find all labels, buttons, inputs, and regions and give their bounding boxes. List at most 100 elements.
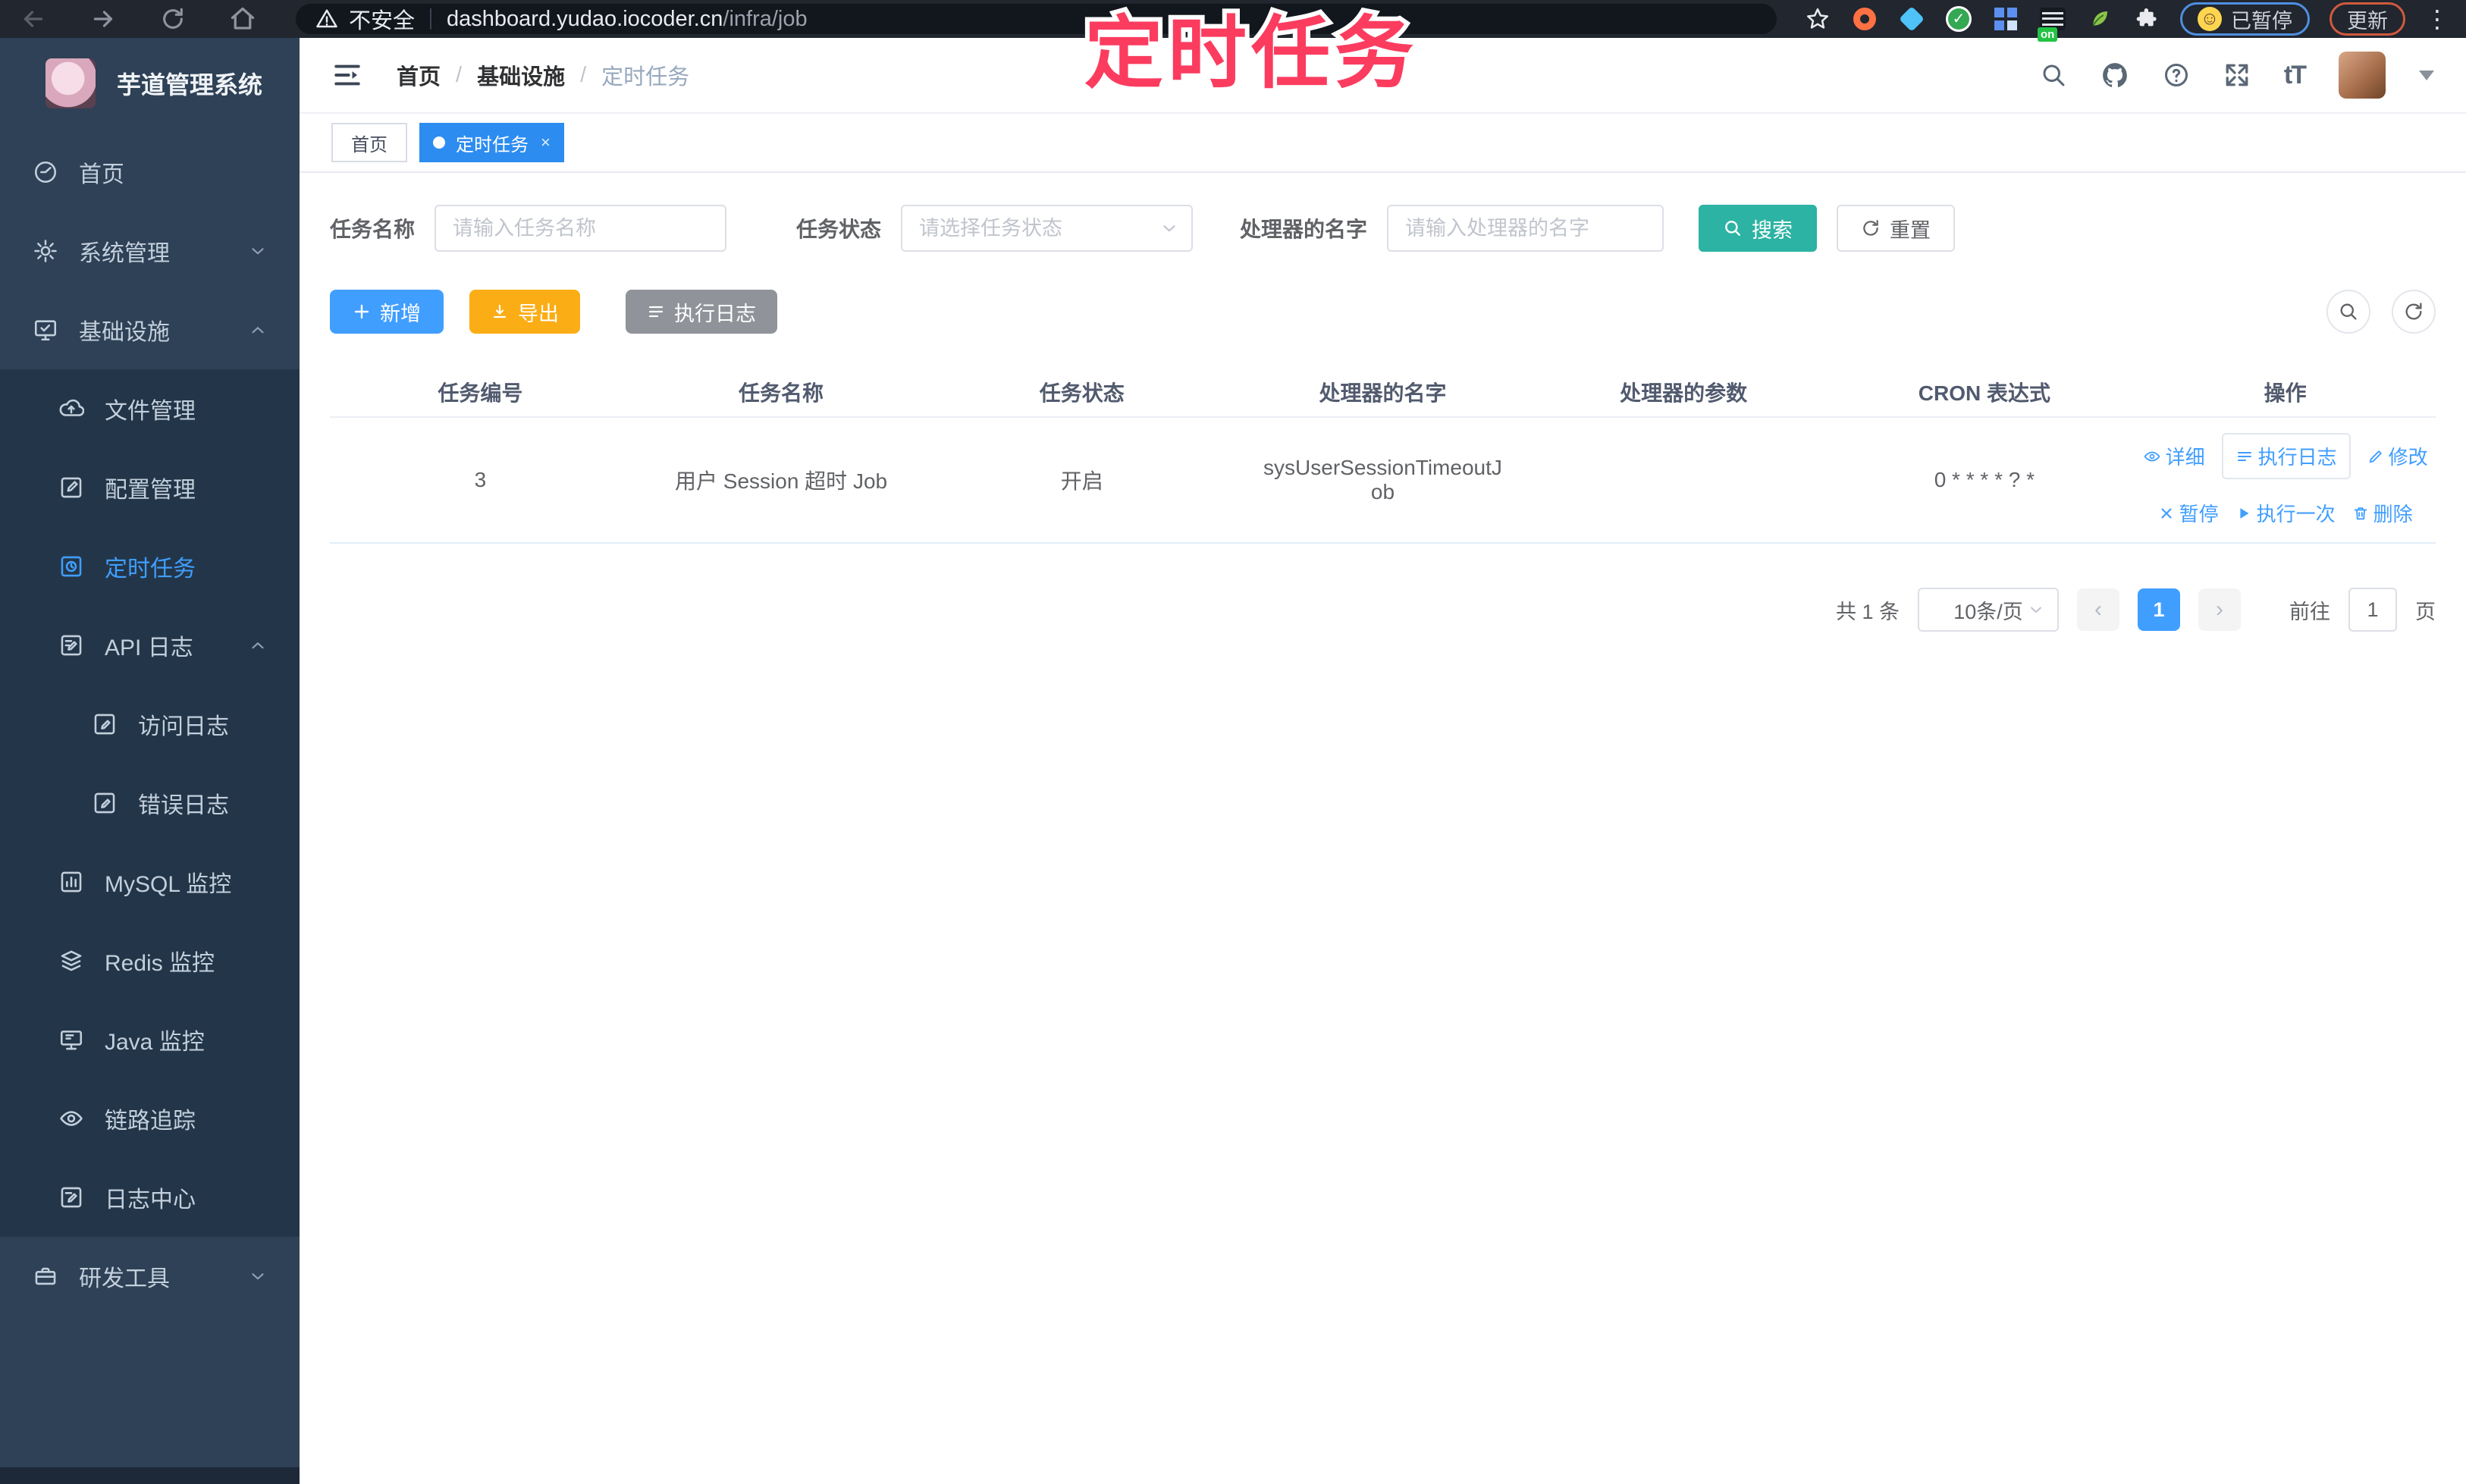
- refresh-icon[interactable]: [2392, 290, 2436, 334]
- handler-name-label: 处理器的名字: [1240, 213, 1367, 243]
- job-status-label: 任务状态: [796, 213, 881, 243]
- next-page-button[interactable]: ›: [2198, 588, 2241, 631]
- sidebar-item-mysql-monitor[interactable]: MySQL 监控: [0, 842, 300, 921]
- extension-gem-icon[interactable]: [1898, 5, 1925, 33]
- sidebar-item-tracing[interactable]: 链路追踪: [0, 1079, 300, 1158]
- not-secure-warning-icon: [315, 8, 338, 30]
- sidebar-item-dev-tools[interactable]: 研发工具: [0, 1237, 300, 1316]
- tab-scheduled-jobs[interactable]: 定时任务 ×: [419, 123, 564, 162]
- sidebar-item-system-management[interactable]: 系统管理: [0, 212, 300, 290]
- not-secure-label[interactable]: 不安全: [349, 3, 415, 35]
- breadcrumb: 首页 / 基础设施 / 定时任务: [397, 59, 689, 91]
- job-status-select[interactable]: [901, 205, 1193, 252]
- col-cron: CRON 表达式: [1834, 367, 2135, 417]
- edit-link[interactable]: 修改: [2367, 442, 2428, 470]
- page-unit-label: 页: [2415, 595, 2436, 625]
- extensions-puzzle-icon[interactable]: [2133, 5, 2160, 33]
- fullscreen-icon[interactable]: [2223, 61, 2251, 89]
- tab-bar: 首页 定时任务 ×: [300, 114, 2466, 173]
- extension-list-on-icon[interactable]: on: [2039, 5, 2066, 33]
- browser-home-icon[interactable]: [226, 2, 259, 36]
- sidebar-item-scheduled-jobs[interactable]: 定时任务: [0, 527, 300, 606]
- sidebar-item-api-logs[interactable]: API 日志: [0, 606, 300, 685]
- sidebar-item-error-logs[interactable]: 错误日志: [0, 764, 300, 842]
- col-handler-param: 处理器的参数: [1533, 367, 1834, 417]
- row-exec-log-link[interactable]: 执行日志: [2222, 433, 2351, 479]
- sidebar-item-file-management[interactable]: 文件管理: [0, 369, 300, 448]
- browser-back-icon[interactable]: [17, 2, 50, 36]
- breadcrumb-current: 定时任务: [601, 59, 689, 91]
- current-page-button[interactable]: 1: [2138, 588, 2180, 631]
- page-header: 首页 / 基础设施 / 定时任务 tT: [300, 38, 2466, 114]
- breadcrumb-section[interactable]: 基础设施: [477, 59, 565, 91]
- url-host: dashboard.yudao.iocoder.cn: [447, 7, 723, 32]
- browser-reload-icon[interactable]: [156, 2, 190, 36]
- sidebar-item-java-monitor[interactable]: Java 监控: [0, 1000, 300, 1079]
- export-button[interactable]: 导出: [469, 290, 580, 334]
- gear-icon: [32, 237, 59, 265]
- handler-name-input[interactable]: [1387, 205, 1664, 252]
- pause-link[interactable]: 暂停: [2158, 499, 2219, 527]
- paused-label: 已暂停: [2231, 5, 2292, 34]
- reset-button[interactable]: 重置: [1837, 205, 1955, 252]
- goto-label: 前往: [2289, 595, 2330, 625]
- chart-icon: [58, 868, 85, 896]
- help-icon[interactable]: [2163, 61, 2190, 89]
- font-size-icon[interactable]: tT: [2284, 61, 2305, 90]
- chevron-up-icon: [248, 635, 268, 655]
- user-menu-caret-icon[interactable]: [2419, 71, 2434, 80]
- cell-handler-param: [1533, 417, 1834, 543]
- job-name-label: 任务名称: [330, 213, 415, 243]
- goto-page-input[interactable]: [2348, 588, 2397, 632]
- table-toolbar: 新增 导出 执行日志: [330, 290, 2436, 334]
- sidebar-item-home[interactable]: 首页: [0, 133, 300, 212]
- detail-link[interactable]: 详细: [2143, 442, 2205, 470]
- breadcrumb-home[interactable]: 首页: [397, 59, 441, 91]
- close-tab-icon[interactable]: ×: [541, 133, 551, 152]
- browser-update-button[interactable]: 更新: [2330, 2, 2405, 36]
- extension-grid-icon[interactable]: [1992, 5, 2019, 33]
- browser-menu-icon[interactable]: ⋮: [2425, 7, 2449, 31]
- extension-green-check-icon[interactable]: ✓: [1945, 5, 1972, 33]
- app-logo-row[interactable]: 芋道管理系统: [0, 38, 300, 129]
- display-icon: [58, 1026, 85, 1053]
- search-button[interactable]: 搜索: [1699, 205, 1817, 252]
- monitor-icon: [32, 316, 59, 344]
- extension-leaf-icon[interactable]: [2086, 5, 2113, 33]
- tab-home[interactable]: 首页: [331, 123, 407, 162]
- run-once-link[interactable]: 执行一次: [2235, 499, 2336, 527]
- cell-cron: 0 * * * * ? *: [1834, 417, 2135, 543]
- col-operations: 操作: [2135, 367, 2436, 417]
- profile-paused-badge[interactable]: ☺ 已暂停: [2180, 2, 2310, 36]
- total-count: 共 1 条: [1836, 595, 1900, 625]
- delete-link[interactable]: 删除: [2352, 499, 2413, 527]
- github-icon[interactable]: [2100, 61, 2129, 89]
- bookmark-star-icon[interactable]: [1804, 5, 1831, 33]
- chevron-up-icon: [248, 320, 268, 340]
- prev-page-button[interactable]: ‹: [2077, 588, 2119, 631]
- col-job-name: 任务名称: [631, 367, 932, 417]
- add-button[interactable]: 新增: [330, 290, 444, 334]
- sidebar-item-log-center[interactable]: 日志中心: [0, 1158, 300, 1237]
- log-edit-icon: [58, 632, 85, 659]
- sidebar-item-config-management[interactable]: 配置管理: [0, 448, 300, 527]
- sidebar: 芋道管理系统 首页 系统管理 基础设施: [0, 38, 300, 1484]
- user-avatar[interactable]: [2339, 52, 2386, 99]
- job-name-input[interactable]: [435, 205, 726, 252]
- sidebar-item-access-logs[interactable]: 访问日志: [0, 685, 300, 764]
- exec-log-button[interactable]: 执行日志: [626, 290, 777, 334]
- toggle-search-icon[interactable]: [2326, 290, 2370, 334]
- jobs-table: 任务编号 任务名称 任务状态 处理器的名字 处理器的参数 CRON 表达式 操作…: [330, 367, 2436, 544]
- browser-chrome: 不安全 dashboard.yudao.iocoder.cn /infra/jo…: [0, 0, 2466, 38]
- browser-forward-icon[interactable]: [86, 2, 120, 36]
- page-content: 任务名称 任务状态 处理器的名字 搜索 重置: [300, 173, 2466, 632]
- address-bar[interactable]: 不安全 dashboard.yudao.iocoder.cn /infra/jo…: [296, 4, 1777, 34]
- search-icon[interactable]: [2040, 61, 2067, 89]
- briefcase-icon: [32, 1263, 59, 1290]
- sidebar-item-redis-monitor[interactable]: Redis 监控: [0, 921, 300, 1000]
- sidebar-item-infrastructure[interactable]: 基础设施: [0, 290, 300, 369]
- eye-icon: [58, 1105, 85, 1132]
- extension-orange-icon[interactable]: [1851, 5, 1878, 33]
- sidebar-collapse-icon[interactable]: [331, 61, 363, 89]
- page-size-select[interactable]: 10条/页: [1918, 588, 2059, 632]
